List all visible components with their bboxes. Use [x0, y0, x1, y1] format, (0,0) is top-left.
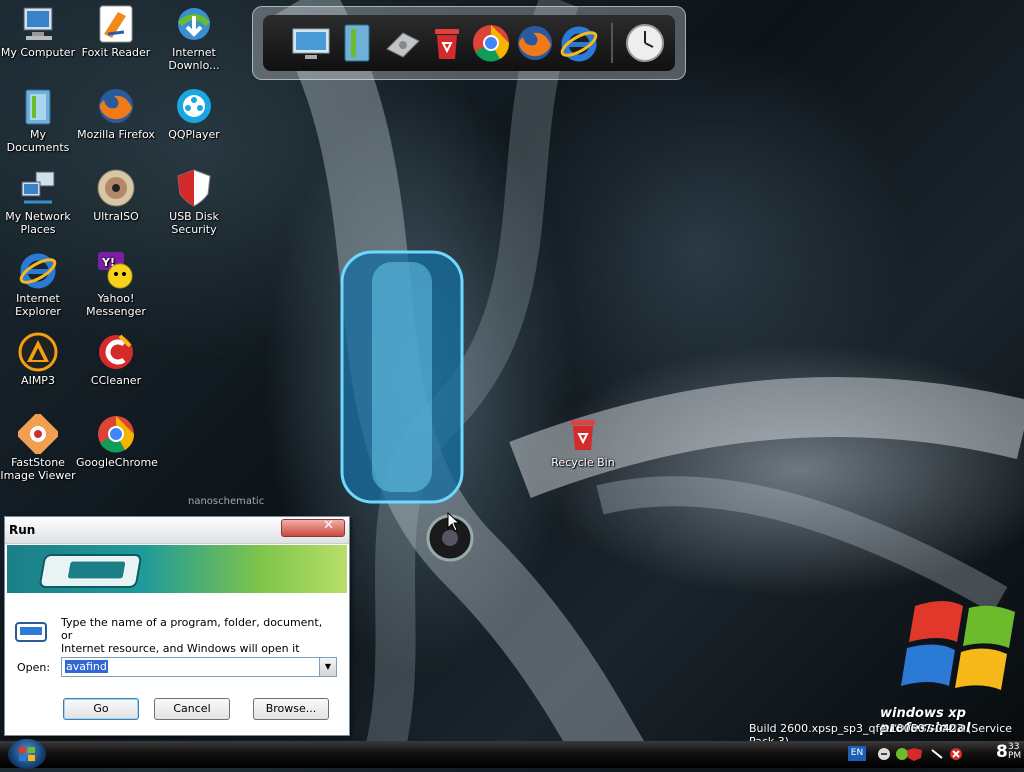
open-input[interactable]: avafind	[61, 657, 323, 677]
desktop-icon-label: Security	[171, 223, 217, 236]
open-input-value: avafind	[65, 660, 108, 673]
open-dropdown-button[interactable]: ▼	[319, 657, 337, 677]
clock-ampm: PM	[1008, 751, 1022, 761]
computer-icon	[18, 4, 58, 44]
desktop-icon-label: USB Disk	[169, 210, 219, 223]
desktop-icon-aimp3[interactable]: AIMP3	[0, 332, 78, 387]
windows-logo-icon	[19, 747, 35, 761]
svg-text:nanoschematic: nanoschematic	[188, 496, 264, 507]
desktop-icon-label: Recycle Bin	[551, 456, 615, 469]
desktop-icon-label: Mozilla Firefox	[77, 128, 155, 141]
yahoo-messenger-icon: Y!	[96, 250, 136, 290]
desktop-icon-qqplayer[interactable]: QQPlayer	[154, 86, 234, 141]
close-icon: ✕	[323, 518, 334, 533]
open-label: Open:	[17, 661, 51, 674]
dock-hard-drive-icon[interactable]	[383, 23, 423, 63]
browse-button[interactable]: Browse...	[253, 698, 329, 720]
close-button[interactable]: ✕	[281, 518, 345, 537]
qqplayer-icon	[174, 86, 214, 126]
recycle-bin-icon	[563, 414, 603, 454]
tray-network-icon	[896, 748, 908, 760]
internet-explorer-icon	[18, 250, 58, 290]
chrome-icon	[96, 414, 136, 454]
language-indicator[interactable]: EN	[848, 746, 866, 761]
desktop-icon-foxit-reader[interactable]: Foxit Reader	[76, 4, 156, 59]
desktop-icon-faststone[interactable]: FastStone Image Viewer	[0, 411, 78, 482]
desktop-icon-internet-download[interactable]: Internet Downlo...	[154, 4, 234, 72]
desktop-icon-label: Downlo...	[168, 59, 220, 72]
desktop-icon-usb-disk-security[interactable]: USB Disk Security	[154, 168, 234, 236]
desktop-icon-label: Yahoo!	[97, 292, 135, 305]
run-description: Type the name of a program, folder, docu…	[61, 616, 331, 655]
desktop-icon-label: UltraISO	[93, 210, 139, 223]
chevron-down-icon: ▼	[324, 662, 332, 671]
shield-icon	[174, 168, 214, 208]
faststone-icon	[15, 411, 61, 457]
dock-divider	[611, 23, 613, 63]
desktop-icon-recycle-bin[interactable]: Recycle Bin	[543, 414, 623, 469]
run-description-line: Internet resource, and Windows will open…	[61, 642, 300, 655]
firefox-icon	[96, 86, 136, 126]
dock-shelf	[263, 15, 675, 71]
tray-shield-icon	[907, 748, 922, 761]
network-icon	[18, 168, 58, 208]
desktop-icon-label: My Network	[5, 210, 71, 223]
dock-monitor-icon[interactable]	[291, 23, 331, 63]
dock-documents-icon[interactable]	[337, 23, 377, 63]
desktop-icon-label: Places	[20, 223, 56, 236]
documents-icon	[18, 86, 58, 126]
clock-minute[interactable]: 33 PM	[1008, 743, 1021, 761]
dock-firefox-icon[interactable]	[515, 23, 555, 63]
dock-bar	[252, 6, 686, 80]
desktop-icon-label: Internet	[172, 46, 216, 59]
desktop-icon-label: Explorer	[15, 305, 61, 318]
disc-icon	[96, 168, 136, 208]
desktop-icon-label: FastStone	[11, 456, 65, 469]
dock-recycle-bin-icon[interactable]	[427, 23, 467, 63]
dock-chrome-icon[interactable]	[471, 23, 511, 63]
desktop-icon-mozilla-firefox[interactable]: Mozilla Firefox	[76, 86, 156, 141]
run-program-icon	[15, 621, 47, 643]
desktop-icon-label: My Computer	[0, 46, 76, 59]
dock-clock-icon[interactable]	[625, 23, 665, 63]
download-manager-icon	[174, 4, 214, 44]
run-title: Run	[9, 523, 36, 537]
desktop-icon-my-computer[interactable]: My Computer	[0, 4, 78, 59]
tray-icons	[878, 748, 962, 761]
cancel-button[interactable]: Cancel	[154, 698, 230, 720]
desktop-icon-label: My Documents	[6, 128, 70, 154]
run-banner	[7, 545, 347, 593]
desktop-icon-my-network-places[interactable]: My Network Places	[0, 168, 78, 236]
run-description-line: Type the name of a program, folder, docu…	[61, 616, 323, 642]
system-tray: EN 8 33 PM	[824, 741, 1024, 768]
dock-internet-explorer-icon[interactable]	[559, 23, 599, 63]
ccleaner-icon	[96, 332, 136, 372]
desktop-icon-label: Foxit Reader	[81, 46, 151, 59]
go-button[interactable]: Go	[63, 698, 139, 720]
desktop-icon-label: QQPlayer	[168, 128, 220, 141]
foxit-reader-icon	[96, 4, 136, 44]
desktop-icon-internet-explorer[interactable]: Internet Explorer	[0, 250, 78, 318]
mouse-cursor-icon	[447, 512, 461, 532]
aimp-icon	[18, 332, 58, 372]
run-title-bar[interactable]: Run ✕	[5, 517, 349, 544]
desktop-icon-label: Internet	[16, 292, 60, 305]
desktop-icon-label: Image Viewer	[0, 469, 76, 482]
taskbar: EN 8 33 PM	[0, 739, 1024, 769]
desktop-icon-yahoo-messenger[interactable]: Y! Yahoo! Messenger	[76, 250, 156, 318]
desktop-icon-label: AIMP3	[21, 374, 55, 387]
desktop-icon-label: Messenger	[86, 305, 146, 318]
desktop-icon-ccleaner[interactable]: CCleaner	[76, 332, 156, 387]
desktop-icon-my-documents[interactable]: My Documents	[0, 86, 78, 154]
run-dialog: Run ✕ Type the name of a program, folder…	[4, 516, 350, 736]
desktop-icon-label: GoogleChrome	[76, 456, 158, 469]
clock-hour[interactable]: 8	[996, 742, 1008, 762]
start-button[interactable]	[8, 739, 46, 769]
desktop-icon-ultraiso[interactable]: UltraISO	[76, 168, 156, 223]
tray-arrow-icon	[931, 749, 943, 759]
desktop-icon-google-chrome[interactable]: GoogleChrome	[76, 414, 158, 469]
desktop-icon-label: CCleaner	[90, 374, 142, 387]
